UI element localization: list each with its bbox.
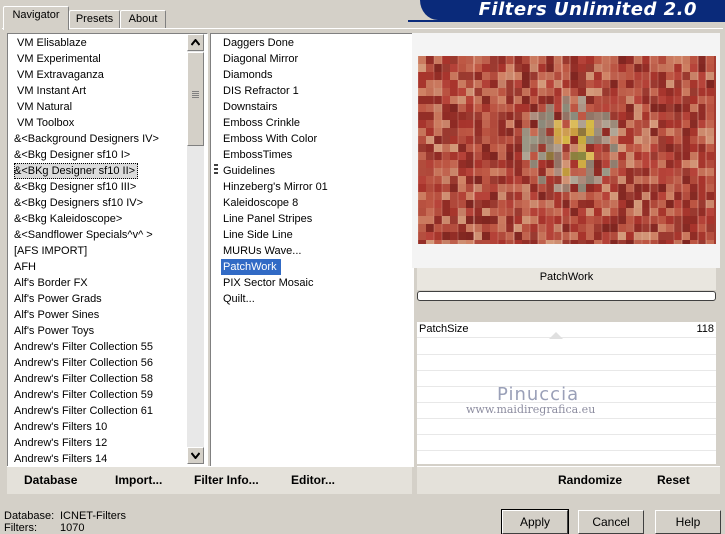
filter-item[interactable]: Line Panel Stripes [221,211,316,227]
filter-item[interactable]: Diagonal Mirror [221,51,302,67]
preview-image [418,56,716,244]
slider-pointer-icon [549,332,563,339]
filter-item[interactable]: MURUs Wave... [221,243,305,259]
category-item[interactable]: Andrew's Filter Collection 55 [14,339,156,355]
splitter-grip[interactable] [214,164,218,176]
import-button[interactable]: Import... [115,473,162,487]
category-item[interactable]: VM Toolbox [17,115,77,131]
category-item[interactable]: VM Experimental [17,51,104,67]
param-row-empty [417,419,716,435]
database-button[interactable]: Database [24,473,77,487]
filter-item[interactable]: Emboss With Color [221,131,321,147]
param-value[interactable]: 118 [696,323,714,335]
category-item[interactable]: Andrew's Filters 10 [14,419,110,435]
category-item[interactable]: &<Background Designers IV> [14,131,162,147]
category-item[interactable]: VM Natural [17,99,75,115]
param-row-patchsize[interactable]: PatchSize 118 [417,322,716,338]
filter-list[interactable]: Daggers Done Diagonal Mirror Diamonds DIS R… [210,33,414,467]
filter-info-button[interactable]: Filter Info... [194,473,259,487]
category-item[interactable]: [AFS IMPORT] [14,243,90,259]
filter-item[interactable]: Diamonds [221,67,277,83]
filter-item[interactable]: EmbossTimes [221,147,296,163]
filter-item[interactable]: Daggers Done [221,35,298,51]
param-row-empty [417,339,716,355]
banner-stripe [408,20,725,22]
category-list[interactable]: VM Elisablaze VM Experimental VM Extravaga… [7,33,208,467]
chevron-down-icon [191,452,200,459]
filter-item[interactable]: Hinzeberg's Mirror 01 [221,179,332,195]
category-item[interactable]: AFH [14,259,39,275]
status-database-label: Database: [4,510,55,522]
reset-button[interactable]: Reset [657,473,690,487]
filter-item[interactable]: Downstairs [221,99,281,115]
filter-item[interactable]: Quilt... [221,291,259,307]
category-scrollbar[interactable] [187,34,204,464]
status-filters-value: 1070 [60,522,85,534]
randomize-button[interactable]: Randomize [558,473,622,487]
tab-navigator[interactable]: Navigator [3,6,69,30]
status-filters-label: Filters: [4,522,37,534]
category-item[interactable]: Alf's Power Toys [14,323,97,339]
filter-name-bar: PatchWork [417,268,716,290]
category-item[interactable]: Andrew's Filter Collection 61 [14,403,156,419]
title-banner: Filters Unlimited 2.0 [420,0,725,20]
watermark-url: www.maidiregrafica.eu [466,403,596,416]
category-item[interactable]: Andrew's Filters 14 [14,451,110,467]
progress-bar [417,291,716,301]
filter-item[interactable]: DIS Refractor 1 [221,83,303,99]
app-title: Filters Unlimited 2.0 [478,0,697,20]
param-row-empty [417,355,716,371]
category-item[interactable]: VM Instant Art [17,83,89,99]
category-item[interactable]: &<Sandflower Specials^v^ > [14,227,156,243]
param-row-empty [417,435,716,451]
category-item[interactable]: Andrew's Filter Collection 56 [14,355,156,371]
filter-item[interactable]: Kaleidoscope 8 [221,195,302,211]
scroll-thumb[interactable] [187,52,204,146]
scroll-down-button[interactable] [187,447,204,464]
category-item[interactable]: VM Elisablaze [17,35,90,51]
category-item[interactable]: &<Bkg Kaleidoscope> [14,211,125,227]
category-item[interactable]: Andrew's Filter Collection 58 [14,371,156,387]
editor-button[interactable]: Editor... [291,473,335,487]
tab-about[interactable]: About [120,10,166,29]
filter-item[interactable]: PIX Sector Mosaic [221,275,317,291]
filter-item[interactable]: PatchWork [221,259,281,275]
scroll-up-button[interactable] [187,34,204,51]
category-item[interactable]: Andrew's Filter Collection 59 [14,387,156,403]
param-row-empty [417,451,716,467]
category-item[interactable]: Andrew's Filters 12 [14,435,110,451]
category-item[interactable]: VM Extravaganza [17,67,107,83]
param-label: PatchSize [419,323,469,335]
tab-panel-border [2,28,723,29]
category-item[interactable]: Alf's Border FX [14,275,91,291]
filter-name-label: PatchWork [539,271,594,283]
filter-item[interactable]: Line Side Line [221,227,297,243]
category-item[interactable]: Alf's Power Sines [14,307,102,323]
filter-item[interactable]: Guidelines [221,163,279,179]
help-button[interactable]: Help [655,510,721,534]
category-item[interactable]: &<Bkg Designers sf10 IV> [14,195,146,211]
category-item[interactable]: &<Bkg Designer sf10 III> [14,179,139,195]
tab-presets[interactable]: Presets [69,10,120,29]
filter-item[interactable]: Emboss Crinkle [221,115,304,131]
cancel-button[interactable]: Cancel [578,510,644,534]
apply-button[interactable]: Apply [501,509,569,534]
chevron-up-icon [191,39,200,46]
category-item[interactable]: &<Bkg Designer sf10 I> [14,147,133,163]
category-item[interactable]: &<BKg Designer sf10 II> [14,163,139,179]
category-item[interactable]: Alf's Power Grads [14,291,105,307]
watermark-name: Pinuccia [497,384,580,405]
status-database-value: ICNET-Filters [60,510,126,522]
